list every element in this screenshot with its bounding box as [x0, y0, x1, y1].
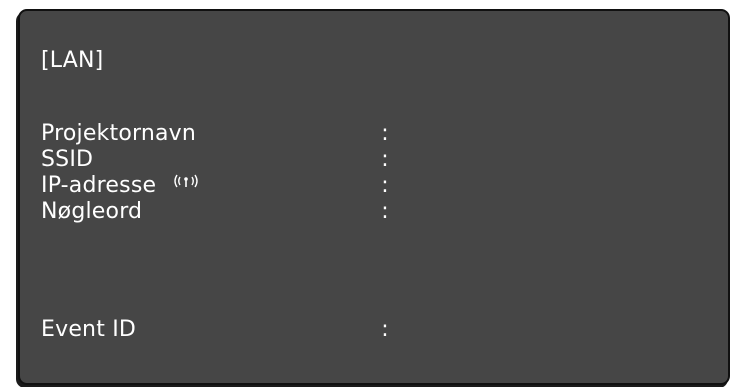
screen-background: [LAN] Projektornavn : SSID : IP-adresse … — [0, 0, 733, 387]
ip-address-label: IP-adresse — [41, 173, 157, 198]
ip-address-row-label: IP-adresse — [41, 173, 204, 199]
event-id-separator: : — [381, 317, 389, 342]
panel-title: [LAN] — [41, 48, 104, 73]
event-id-label: Event ID — [41, 317, 137, 342]
ssid-label: SSID — [41, 147, 94, 172]
projector-name-label: Projektornavn — [41, 121, 197, 146]
keyword-separator: : — [381, 199, 389, 224]
projector-name-separator: : — [381, 121, 389, 146]
keyword-label: Nøgleord — [41, 199, 143, 224]
ssid-separator: : — [381, 147, 389, 172]
ip-address-separator: : — [381, 173, 389, 198]
lan-info-panel: [LAN] Projektornavn : SSID : IP-adresse … — [18, 9, 730, 385]
wireless-signal-icon — [168, 171, 204, 197]
